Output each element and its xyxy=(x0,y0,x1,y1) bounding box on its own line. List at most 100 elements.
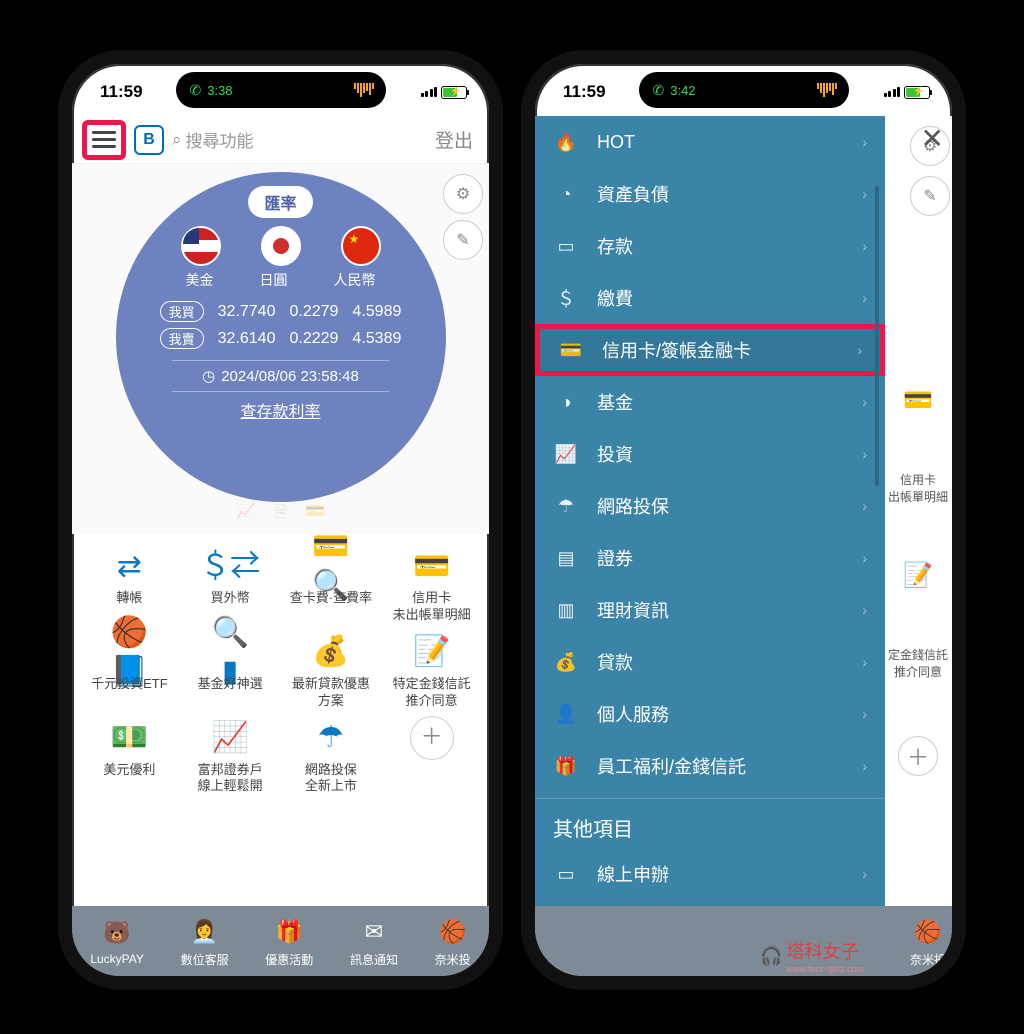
tab-luckypay[interactable]: 🐻LuckyPAY xyxy=(90,916,144,966)
flag-jp-icon xyxy=(261,226,301,266)
chevron-right-icon: › xyxy=(862,186,867,202)
dynamic-island-left: ✆ 3:38 xyxy=(176,72,386,108)
currency-name: 日圓 xyxy=(260,270,288,290)
shortcut-trust[interactable]: 📝特定金錢信託 推介同意 xyxy=(382,630,481,710)
menu-item-11[interactable]: 👤個人服務› xyxy=(535,688,885,740)
tab-notify[interactable]: ✉訊息通知 xyxy=(350,915,398,968)
shortcut-usd[interactable]: 💵美元優利 xyxy=(80,716,179,796)
chart-icon[interactable]: 📈 xyxy=(236,501,256,528)
menu-item-0[interactable]: 🔥HOT› xyxy=(535,116,885,168)
call-icon: ✆ xyxy=(190,82,202,99)
voice-bars-icon xyxy=(354,83,374,97)
menu-item-8[interactable]: ▤證券› xyxy=(535,532,885,584)
shortcut-card-unbilled[interactable]: 💳信用卡 未出帳單明細 xyxy=(382,544,481,624)
menu-other-0[interactable]: ▭ 線上申辦 › xyxy=(535,848,885,900)
chevron-right-icon: › xyxy=(862,866,867,882)
side-menu: 🔥HOT›◔資產負債›▭存款›＄繳費›💳信用卡/簽帳金融卡›◑基金›📈投資›☂網… xyxy=(535,116,885,976)
menu-item-2[interactable]: ▭存款› xyxy=(535,220,885,272)
flag-cn-icon xyxy=(341,226,381,266)
shortcut-insurance[interactable]: ☂網路投保 全新上市 xyxy=(282,716,381,796)
signal-icon xyxy=(421,87,438,97)
chevron-right-icon: › xyxy=(862,758,867,774)
menu-icon: 📈 xyxy=(553,444,579,465)
settings-button[interactable]: ⚙ xyxy=(443,174,483,214)
clock-icon: ◷ xyxy=(202,367,215,385)
phone-right: ✆ 3:42 11:59 ⚡ ⚙ ✎ 💳 信用卡 出帳單明細 📝 定金錢信託 推… xyxy=(521,50,966,990)
tab-nano[interactable]: 🏀奈米投 xyxy=(910,915,946,968)
chevron-right-icon: › xyxy=(862,134,867,150)
watermark-icon: 🎧 xyxy=(760,946,782,967)
chevron-right-icon: › xyxy=(862,394,867,410)
menu-item-5[interactable]: ◑ 基金 › xyxy=(535,376,885,428)
search-input[interactable]: ⌕ 搜尋功能 xyxy=(172,127,421,152)
menu-label: 網路投保 xyxy=(597,493,669,519)
menu-item-4[interactable]: 💳信用卡/簽帳金融卡› xyxy=(535,324,885,376)
menu-label: 資產負債 xyxy=(597,181,669,207)
shortcut-securities[interactable]: 📈富邦證券戶 線上輕鬆開 xyxy=(181,716,280,796)
tab-support[interactable]: 👩‍💼數位客服 xyxy=(181,915,229,968)
menu-label: 理財資訊 xyxy=(597,597,669,623)
menu-icon: ▭ xyxy=(553,236,579,257)
card-icon[interactable]: 💳 xyxy=(305,501,325,528)
menu-icon: ◑ xyxy=(553,392,579,413)
ghost-label: 信用卡 出帳單明細 xyxy=(888,471,948,505)
tab-nano[interactable]: 🏀奈米投 xyxy=(435,915,471,968)
rate-value: 0.2229 xyxy=(289,330,338,348)
voice-bars-icon xyxy=(817,83,837,97)
ghost-underlay: ⚙ ✎ 💳 信用卡 出帳單明細 📝 定金錢信託 推介同意 ＋ xyxy=(893,116,952,906)
logout-button[interactable]: 登出 xyxy=(429,126,479,153)
ghost-add-icon: ＋ xyxy=(898,736,938,776)
ghost-card-icon: 💳 xyxy=(903,386,933,415)
menu-label: 證券 xyxy=(597,545,633,571)
close-menu-button[interactable]: ✕ xyxy=(921,122,944,155)
menu-label: 基金 xyxy=(597,389,633,415)
edit-button[interactable]: ✎ xyxy=(443,220,483,260)
rate-value: 32.7740 xyxy=(218,303,276,321)
menu-label: 線上申辦 xyxy=(597,861,669,887)
menu-icon: ☂ xyxy=(553,496,579,517)
chevron-right-icon: › xyxy=(862,706,867,722)
doc-icon[interactable]: 🗎 xyxy=(274,501,287,528)
rate-value: 32.6140 xyxy=(218,330,276,348)
clock: 11:59 xyxy=(563,82,606,102)
rate-value: 4.5389 xyxy=(352,330,401,348)
menu-item-3[interactable]: ＄繳費› xyxy=(535,272,885,324)
shortcut-etf[interactable]: 🏀📘千元投資ETF xyxy=(80,630,179,710)
menu-label: HOT xyxy=(597,132,635,153)
tab-promo[interactable]: 🎁優惠活動 xyxy=(265,915,313,968)
menu-icon: 🎁 xyxy=(553,756,579,777)
menu-icon: ▥ xyxy=(553,600,579,621)
tab-bar: 🏀奈米投 xyxy=(535,906,952,976)
menu-icon: ◔ xyxy=(553,184,579,205)
watermark: 🎧 塔科女子 www.tech-girlz.com xyxy=(760,938,864,974)
ghost-label: 定金錢信託 推介同意 xyxy=(888,646,948,680)
chevron-right-icon: › xyxy=(862,446,867,462)
menu-item-6[interactable]: 📈投資› xyxy=(535,428,885,480)
menu-button[interactable] xyxy=(82,120,126,160)
shortcut-fund[interactable]: 🔍▮基金好神選 xyxy=(181,630,280,710)
currency-name: 人民幣 xyxy=(334,270,376,290)
shortcut-card-query[interactable]: 💳🔍查卡費·查費率 xyxy=(282,544,381,624)
rate-datetime: ◷ 2024/08/06 23:58:48 xyxy=(172,360,389,392)
menu-item-10[interactable]: 💰貸款› xyxy=(535,636,885,688)
menu-icon: 👤 xyxy=(553,704,579,725)
currency-names: 美金 日圓 人民幣 xyxy=(186,270,376,290)
buy-tag: 我買 xyxy=(160,301,204,322)
shortcut-add[interactable]: ＋ xyxy=(382,716,481,796)
rate-pill[interactable]: 匯率 xyxy=(248,186,312,218)
menu-item-9[interactable]: ▥理財資訊› xyxy=(535,584,885,636)
island-time: 3:42 xyxy=(670,83,695,98)
menu-item-7[interactable]: ☂網路投保› xyxy=(535,480,885,532)
deposit-rate-link[interactable]: 查存款利率 xyxy=(240,398,320,422)
menu-label: 存款 xyxy=(597,233,633,259)
menu-item-1[interactable]: ◔ 資產負債 › xyxy=(535,168,885,220)
menu-label: 信用卡/簽帳金融卡 xyxy=(602,337,751,363)
shortcut-loan[interactable]: 💰最新貸款優惠 方案 xyxy=(282,630,381,710)
menu-icon: ▭ xyxy=(553,864,579,885)
flag-row xyxy=(181,226,381,266)
menu-item-12[interactable]: 🎁員工福利/金錢信託› xyxy=(535,740,885,792)
buy-row: 我買 32.7740 0.2279 4.5989 xyxy=(160,301,402,322)
menu-label: 貸款 xyxy=(597,649,633,675)
menu-icon: 💰 xyxy=(553,652,579,673)
clock: 11:59 xyxy=(100,82,143,102)
